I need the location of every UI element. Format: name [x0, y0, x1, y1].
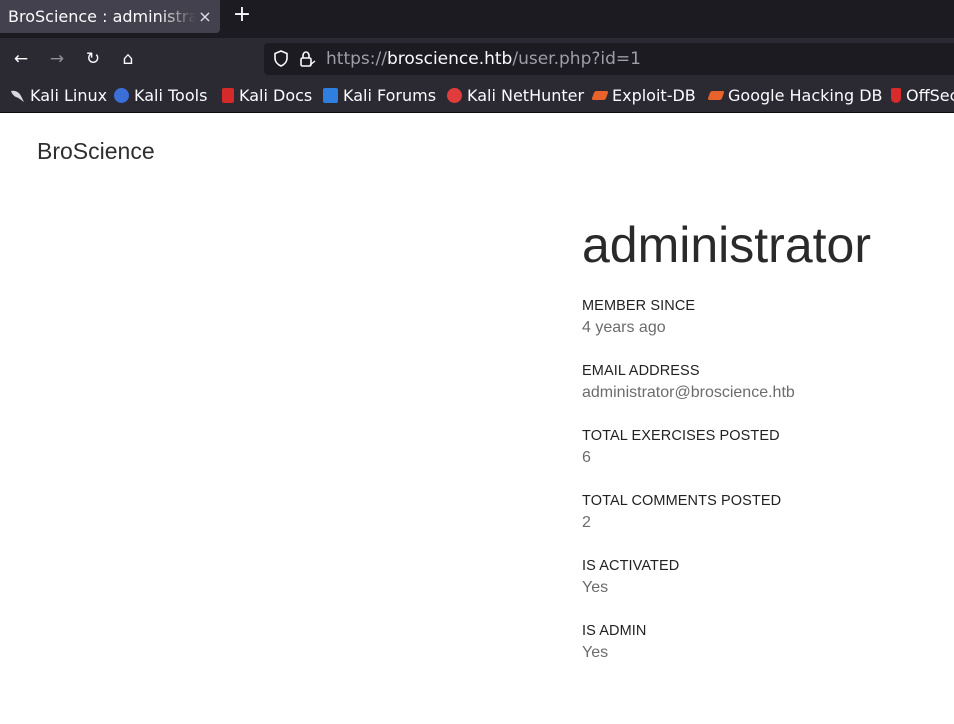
bookmark-label: Kali NetHunter [467, 86, 585, 105]
home-icon[interactable]: ⌂ [115, 46, 141, 72]
field-value: administrator@broscience.htb [582, 384, 795, 401]
site-brand[interactable]: BroScience [37, 138, 155, 165]
field-value: 6 [582, 449, 591, 466]
field-total-comments: TOTAL COMMENTS POSTED 2 [582, 492, 952, 557]
field-email-address: EMAIL ADDRESS administrator@broscience.h… [582, 362, 952, 427]
bookmark-label: Exploit-DB [612, 86, 696, 105]
bookmark-kali-tools[interactable]: Kali Tools [114, 80, 207, 112]
bookmark-label: Kali Tools [134, 86, 208, 105]
lock-icon[interactable] [298, 50, 316, 68]
bookmark-kali-forums[interactable]: Kali Forums [323, 80, 436, 112]
profile-username: administrator [582, 217, 871, 273]
bookmark-kali-nethunter[interactable]: Kali NetHunter [447, 80, 584, 112]
new-tab-plus-icon[interactable]: + [231, 3, 253, 29]
bookmark-google-hacking-db[interactable]: Google Hacking DB [707, 80, 883, 112]
close-icon[interactable]: × [198, 0, 212, 33]
field-value: Yes [582, 579, 609, 596]
url-host: broscience.htb [386, 49, 513, 69]
url-scheme: https:// [326, 49, 387, 69]
field-is-activated: IS ACTIVATED Yes [582, 557, 952, 622]
shield-icon[interactable] [272, 50, 290, 68]
tab-active[interactable]: BroScience : administrator × [0, 0, 220, 33]
bookmarks-toolbar: Kali Linux Kali Tools Kali Docs Kali For… [0, 80, 954, 113]
exploit-db-icon [591, 91, 609, 100]
field-label: IS ADMIN [582, 623, 647, 639]
bookmark-offsec[interactable]: OffSec [891, 80, 954, 112]
field-value: 4 years ago [582, 319, 666, 336]
bookmark-kali-docs[interactable]: Kali Docs [222, 80, 312, 112]
field-member-since: MEMBER SINCE 4 years ago [582, 297, 952, 362]
bookmark-label: Kali Docs [239, 86, 313, 105]
bookmark-kali-linux[interactable]: Kali Linux [10, 80, 107, 112]
field-value: Yes [582, 644, 609, 661]
field-total-exercises: TOTAL EXERCISES POSTED 6 [582, 427, 952, 492]
offsec-icon [891, 88, 901, 103]
bookmark-label: OffSec [906, 86, 954, 105]
field-value: 2 [582, 514, 591, 531]
bookmark-label: Google Hacking DB [728, 86, 883, 105]
url-bar[interactable]: https://broscience.htb/user.php?id=1 [264, 43, 954, 75]
user-profile: administrator MEMBER SINCE 4 years ago E… [582, 212, 952, 687]
url-path: /user.php?id=1 [512, 49, 641, 69]
field-label: EMAIL ADDRESS [582, 363, 700, 379]
bookmark-exploit-db[interactable]: Exploit-DB [591, 80, 696, 112]
field-is-admin: IS ADMIN Yes [582, 622, 952, 687]
url-text[interactable]: https://broscience.htb/user.php?id=1 [326, 43, 641, 75]
kali-nethunter-icon [447, 88, 462, 103]
ghdb-icon [707, 91, 725, 100]
tab-title: BroScience : administrator [8, 7, 196, 26]
bookmark-label: Kali Forums [343, 86, 437, 105]
kali-forums-icon [323, 88, 338, 103]
forward-arrow-icon[interactable]: → [44, 46, 70, 72]
field-label: IS ACTIVATED [582, 558, 680, 574]
kali-dragon-icon [10, 82, 25, 102]
navigation-toolbar: ← → ↻ ⌂ https://broscience.htb/user.php?… [0, 38, 954, 80]
reload-icon[interactable]: ↻ [80, 46, 106, 72]
kali-tools-icon [114, 88, 129, 103]
tab-strip: BroScience : administrator × + [0, 0, 954, 38]
bookmark-label: Kali Linux [30, 86, 108, 105]
field-label: MEMBER SINCE [582, 298, 696, 314]
back-arrow-icon[interactable]: ← [8, 46, 34, 72]
field-label: TOTAL COMMENTS POSTED [582, 493, 782, 509]
field-label: TOTAL EXERCISES POSTED [582, 428, 780, 444]
kali-docs-icon [222, 88, 234, 103]
